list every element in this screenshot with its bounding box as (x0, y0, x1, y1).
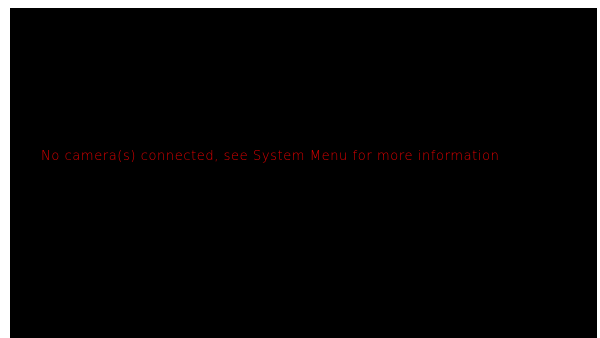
no-camera-message: No camera(s) connected, see System Menu … (41, 149, 500, 164)
camera-display-screen: No camera(s) connected, see System Menu … (10, 8, 597, 338)
